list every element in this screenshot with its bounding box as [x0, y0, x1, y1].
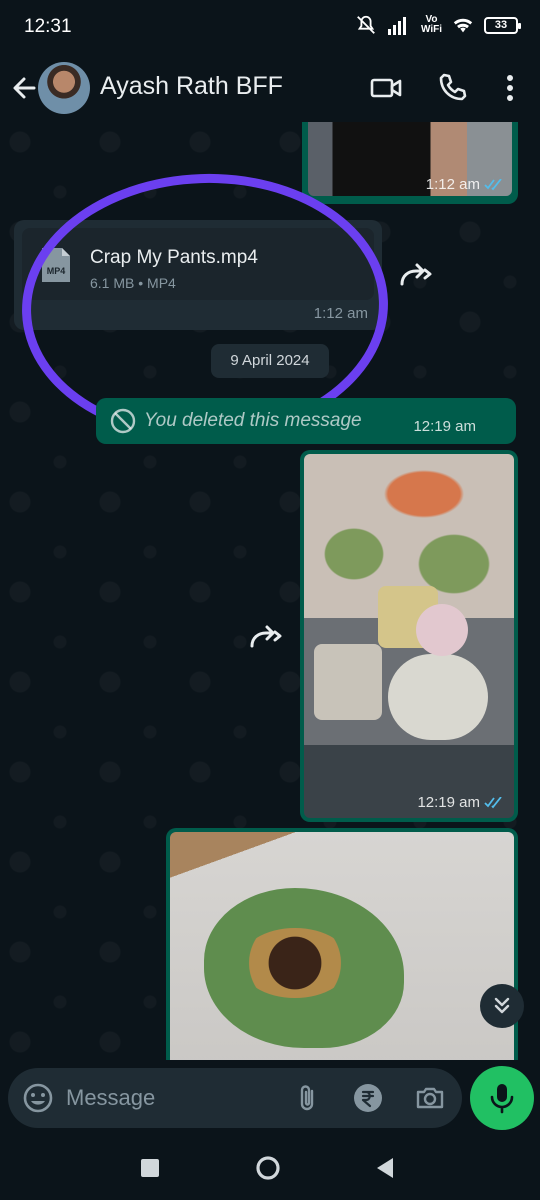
attach-icon[interactable] — [292, 1082, 324, 1114]
back-nav-icon[interactable] — [372, 1154, 400, 1182]
signal-icon — [387, 17, 406, 35]
mute-icon — [357, 15, 375, 34]
scroll-down-button[interactable] — [480, 984, 524, 1028]
battery-indicator: 33 — [484, 16, 521, 34]
image-message-bubble[interactable]: 12:19 am — [300, 450, 518, 822]
message-time: 1:12 am — [426, 176, 504, 193]
status-bar: 12:31 Vo WiFi 33 — [0, 0, 540, 56]
deleted-message-bubble[interactable]: You deleted this message 12:19 am — [96, 398, 516, 444]
status-icons: Vo WiFi 33 — [355, 14, 521, 36]
status-time: 12:31 — [24, 16, 72, 37]
avatar[interactable] — [38, 62, 90, 114]
image-thumbnail[interactable] — [170, 832, 514, 1060]
voice-call-icon[interactable] — [434, 70, 470, 106]
system-navigation-bar — [0, 1136, 540, 1200]
video-call-icon[interactable] — [368, 70, 404, 106]
contact-name[interactable]: Ayash Rath BFF — [100, 72, 283, 101]
deleted-icon — [110, 408, 136, 434]
more-options-icon[interactable] — [492, 70, 528, 106]
message-time: 12:19 am — [413, 418, 476, 435]
chat-area[interactable]: 1:12 am MP4 Crap My Pants.mp4 6.1 MB • M… — [0, 122, 540, 1060]
back-arrow-icon[interactable] — [8, 72, 40, 104]
emoji-icon[interactable] — [22, 1082, 54, 1114]
vowifi-indicator: Vo WiFi — [420, 14, 442, 35]
message-composer — [8, 1068, 462, 1128]
recents-icon[interactable] — [136, 1154, 164, 1182]
mic-button[interactable] — [470, 1066, 534, 1130]
forward-icon[interactable] — [398, 256, 434, 292]
image-message-bubble[interactable]: 1:12 am — [302, 122, 518, 204]
double-check-icon — [484, 796, 502, 808]
rupee-icon[interactable] — [352, 1082, 384, 1114]
deleted-message-text: You deleted this message — [144, 410, 362, 431]
image-message-bubble[interactable] — [166, 828, 518, 1060]
wifi-icon — [453, 18, 473, 33]
mic-icon — [490, 1084, 514, 1114]
home-icon[interactable] — [254, 1154, 282, 1182]
message-time: 12:19 am — [417, 794, 504, 811]
chat-header: Ayash Rath BFF — [0, 56, 540, 122]
double-check-icon — [484, 178, 502, 190]
scroll-down-icon — [494, 997, 510, 1014]
image-thumbnail[interactable] — [304, 454, 514, 818]
message-input[interactable] — [66, 1082, 286, 1114]
forward-icon[interactable] — [248, 618, 284, 654]
camera-icon[interactable] — [414, 1082, 446, 1114]
